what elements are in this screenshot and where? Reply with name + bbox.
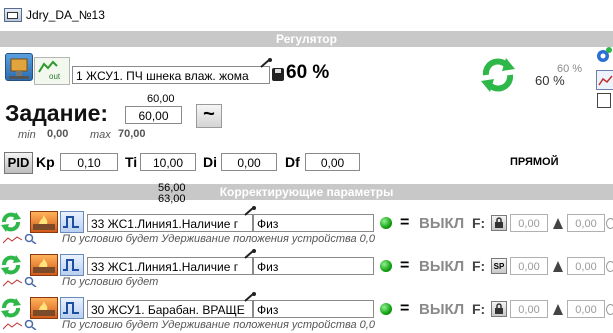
row-status-dot bbox=[380, 217, 392, 229]
row-extra-icon[interactable] bbox=[606, 304, 613, 315]
pid-button[interactable]: PID bbox=[4, 152, 33, 174]
output-trend-button[interactable]: out bbox=[34, 57, 70, 85]
row-equals: = bbox=[400, 214, 410, 231]
pid-mode[interactable]: ПРЯМОЙ bbox=[510, 156, 559, 168]
overlay-value-2: 63,00 bbox=[158, 193, 186, 205]
df-input[interactable]: 0,00 bbox=[305, 153, 360, 171]
regulator-section-header: Регулятор bbox=[0, 31, 613, 47]
row-signal-icon[interactable] bbox=[60, 254, 84, 276]
max-label: max bbox=[90, 129, 111, 141]
row-sp-button[interactable]: SP bbox=[491, 258, 507, 274]
row-d-value[interactable]: 0,00 bbox=[567, 257, 605, 275]
out-label: out bbox=[49, 72, 61, 81]
row-channel-field[interactable]: 30 ЖСУ1. Барабан. ВРАЩЕ bbox=[87, 300, 253, 318]
window-title: Jdry_DA_№13 bbox=[26, 8, 105, 22]
row-state[interactable]: ВЫКЛ bbox=[419, 258, 464, 275]
row-fire-device-icon[interactable] bbox=[30, 254, 58, 276]
min-value: 0,00 bbox=[47, 128, 69, 140]
row-search-icon[interactable] bbox=[24, 319, 38, 331]
row-channel-field[interactable]: 33 ЖС1.Линия1.Наличие г bbox=[87, 257, 253, 275]
regulator-device-icon[interactable] bbox=[5, 53, 33, 81]
row-f-label: F: bbox=[472, 258, 486, 274]
valve-icon bbox=[9, 58, 29, 79]
row-equals: = bbox=[400, 300, 410, 317]
row-refresh-icon[interactable] bbox=[0, 211, 22, 233]
row-f-label: F: bbox=[472, 215, 486, 231]
refresh-icon[interactable] bbox=[478, 55, 522, 95]
min-label: min bbox=[18, 129, 36, 141]
row-d-icon bbox=[551, 215, 565, 231]
row-extra-icon[interactable] bbox=[606, 218, 613, 229]
ti-input[interactable]: 10,00 bbox=[140, 153, 196, 171]
row-d-value[interactable]: 0,00 bbox=[567, 300, 605, 318]
row-d-value[interactable]: 0,00 bbox=[567, 214, 605, 232]
row-f-value[interactable]: 0,00 bbox=[510, 214, 548, 232]
row-extra-icon[interactable] bbox=[606, 261, 613, 272]
row-note: По условию будет Удерживание положения у… bbox=[62, 233, 375, 245]
row-search-icon[interactable] bbox=[24, 233, 38, 245]
row-refresh-icon[interactable] bbox=[0, 254, 22, 276]
row-note: По условию будет Удерживание положения у… bbox=[62, 319, 375, 331]
row-lock-icon[interactable] bbox=[491, 215, 507, 231]
settings-gear-icon[interactable] bbox=[593, 45, 613, 67]
save-icon[interactable] bbox=[272, 68, 284, 81]
extra-checkbox[interactable] bbox=[597, 93, 611, 108]
setpoint-input[interactable]: 60,00 bbox=[125, 106, 182, 124]
row-mini-chart-icon[interactable] bbox=[2, 233, 23, 244]
link-pin-icon[interactable] bbox=[259, 57, 273, 68]
row-note: По условию будет bbox=[62, 276, 159, 288]
kp-label: Kp bbox=[36, 154, 55, 170]
row-state[interactable]: ВЫКЛ bbox=[419, 215, 464, 232]
row-fire-device-icon[interactable] bbox=[30, 211, 58, 233]
row-status-dot bbox=[380, 260, 392, 272]
right-output-value: 60 % bbox=[535, 73, 565, 88]
correction-section-header: Корректирующие параметры bbox=[0, 184, 613, 200]
row-d-icon bbox=[551, 258, 565, 274]
kp-input[interactable]: 0,10 bbox=[60, 153, 118, 171]
row-fire-device-icon[interactable] bbox=[30, 297, 58, 319]
di-input[interactable]: 0,00 bbox=[221, 153, 277, 171]
row-d-icon bbox=[551, 301, 565, 317]
row-type-field[interactable]: Физ bbox=[253, 300, 374, 318]
row-type-field[interactable]: Физ bbox=[253, 257, 374, 275]
row-refresh-icon[interactable] bbox=[0, 297, 22, 319]
regulator-channel-field[interactable]: 1 ЖСУ1. ПЧ шнека влаж. жома bbox=[72, 66, 270, 84]
row-status-dot bbox=[380, 303, 392, 315]
df-label: Df bbox=[285, 154, 300, 170]
setpoint-label: Задание: bbox=[5, 100, 109, 126]
row-signal-icon[interactable] bbox=[60, 211, 84, 233]
tilde-button[interactable]: ~ bbox=[196, 104, 222, 128]
row-f-label: F: bbox=[472, 301, 486, 317]
row-mini-chart-icon[interactable] bbox=[2, 276, 23, 287]
row-search-icon[interactable] bbox=[24, 276, 38, 288]
di-label: Di bbox=[203, 154, 217, 170]
setpoint-top-value: 60,00 bbox=[147, 93, 175, 105]
row-mini-chart-icon[interactable] bbox=[2, 319, 23, 330]
max-value: 70,00 bbox=[118, 128, 146, 140]
row-type-field[interactable]: Физ bbox=[253, 214, 374, 232]
ti-label: Ti bbox=[125, 154, 138, 170]
app-window-icon bbox=[4, 8, 22, 22]
row-equals: = bbox=[400, 257, 410, 274]
row-f-value[interactable]: 0,00 bbox=[510, 257, 548, 275]
chart-window-icon[interactable] bbox=[596, 70, 613, 90]
row-lock-icon[interactable] bbox=[491, 301, 507, 317]
row-state[interactable]: ВЫКЛ bbox=[419, 301, 464, 318]
row-f-value[interactable]: 0,00 bbox=[510, 300, 548, 318]
row-signal-icon[interactable] bbox=[60, 297, 84, 319]
row-channel-field[interactable]: 33 ЖС1.Линия1.Наличие г bbox=[87, 214, 253, 232]
regulator-output-value: 60 % bbox=[286, 62, 330, 83]
